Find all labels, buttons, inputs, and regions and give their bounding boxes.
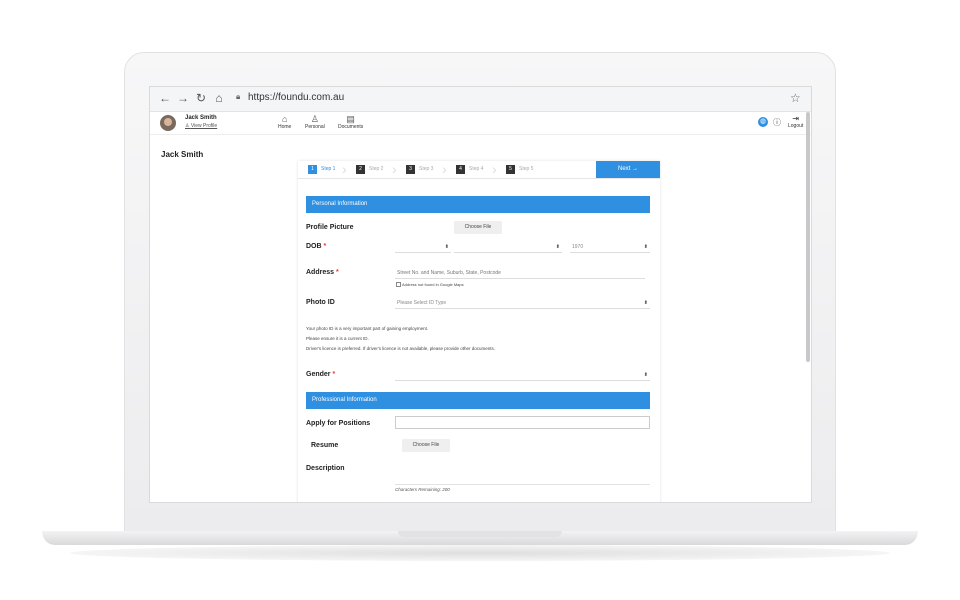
- laptop-notch: [398, 531, 562, 537]
- profile-picture-choose-file-button[interactable]: Choose File: [454, 221, 502, 234]
- back-arrow-icon[interactable]: ←: [158, 91, 172, 105]
- apply-positions-input[interactable]: [395, 416, 650, 429]
- step-5[interactable]: 5 Step 5: [506, 165, 533, 174]
- home-icon: ⌂: [281, 114, 288, 124]
- next-button[interactable]: Next →: [596, 161, 660, 178]
- scrollbar[interactable]: [806, 112, 810, 362]
- user-name: Jack Smith: [185, 115, 217, 121]
- help-icon[interactable]: ⓘ: [773, 117, 781, 128]
- nav-item-documents[interactable]: ▤ Documents: [338, 114, 363, 130]
- dob-day-select[interactable]: ⬍: [395, 242, 451, 253]
- profile-picture-label: Profile Picture: [306, 224, 354, 231]
- photo-id-label: Photo ID: [306, 299, 335, 306]
- page-title: Jack Smith: [161, 150, 204, 159]
- browser-window: ← → ↻ ⌂ 🔒︎ https://foundu.com.au ☆ Jack …: [149, 86, 812, 503]
- photo-id-info-line: Please ensure it is a current ID.: [306, 336, 369, 341]
- view-profile-label: View Profile: [190, 123, 218, 129]
- address-bar[interactable]: https://foundu.com.au: [248, 91, 344, 105]
- chevron-right-icon: ›: [492, 161, 497, 177]
- address-input[interactable]: Street No. and Name, Suburb, State, Post…: [395, 267, 645, 279]
- step-indicator: 1 Step 1 › 2 Step 2 › 3 Step 3 › 4 Step 4 › …: [298, 161, 660, 179]
- photo-id-info-line: Driver's licence is preferred. If driver…: [306, 346, 496, 351]
- logout-button[interactable]: ⇥ Logout: [788, 114, 803, 129]
- step-3[interactable]: 3 Step 3: [406, 165, 433, 174]
- view-profile-link[interactable]: ♙ View Profile: [185, 123, 217, 129]
- nav-item-label: Documents: [338, 124, 364, 130]
- gender-label: Gender *: [306, 371, 336, 378]
- apply-positions-label: Apply for Positions: [306, 420, 371, 427]
- reload-icon[interactable]: ↻: [194, 91, 208, 105]
- step-2[interactable]: 2 Step 2: [356, 165, 383, 174]
- chevron-right-icon: ›: [342, 161, 347, 177]
- personal-info-header: Personal Information: [306, 196, 650, 213]
- avatar[interactable]: [160, 115, 176, 131]
- step-4[interactable]: 4 Step 4: [456, 165, 483, 174]
- chevron-right-icon: ›: [442, 161, 447, 177]
- description-label: Description: [306, 465, 345, 472]
- address-not-found-checkbox[interactable]: Address not found in Google Maps: [396, 282, 464, 288]
- bookmark-star-icon[interactable]: ☆: [790, 91, 801, 105]
- dob-label: DOB *: [306, 243, 327, 250]
- nav-item-personal[interactable]: ♙ Personal: [305, 114, 325, 130]
- logout-icon: ⇥: [792, 114, 799, 123]
- nav-item-label: Home: [278, 124, 292, 130]
- logout-label: Logout: [788, 123, 804, 129]
- professional-info-header: Professional Information: [306, 392, 650, 409]
- app-header: Jack Smith ♙ View Profile ⌂ Home ♙ Perso…: [150, 112, 811, 135]
- laptop-shadow: [70, 545, 890, 561]
- lock-icon: 🔒︎: [236, 92, 241, 101]
- dob-year-select[interactable]: 1970 ⬍: [570, 242, 650, 253]
- nav-item-label: Personal: [305, 124, 325, 130]
- forward-arrow-icon[interactable]: →: [176, 91, 190, 105]
- description-input[interactable]: [395, 484, 650, 485]
- gender-select[interactable]: ⬍: [395, 370, 650, 381]
- characters-remaining: Characters Remaining: 200: [395, 487, 450, 492]
- photo-id-info-line: Your photo ID is a very important part o…: [306, 326, 429, 331]
- step-1[interactable]: 1 Step 1: [308, 165, 335, 174]
- nav-item-home[interactable]: ⌂ Home: [278, 114, 291, 130]
- globe-icon[interactable]: ◍: [758, 117, 768, 127]
- address-label: Address *: [306, 269, 339, 276]
- person-icon: ♙: [310, 114, 319, 124]
- chevron-right-icon: ›: [392, 161, 397, 177]
- photo-id-select[interactable]: Please Select ID Type ⬍: [395, 298, 650, 309]
- resume-choose-file-button[interactable]: Choose File: [402, 439, 450, 452]
- document-icon: ▤: [346, 114, 355, 124]
- browser-toolbar: ← → ↻ ⌂ 🔒︎ https://foundu.com.au ☆: [150, 87, 811, 112]
- resume-label: Resume: [311, 442, 339, 449]
- dob-month-select[interactable]: ⬍: [454, 242, 562, 253]
- home-icon[interactable]: ⌂: [212, 91, 226, 105]
